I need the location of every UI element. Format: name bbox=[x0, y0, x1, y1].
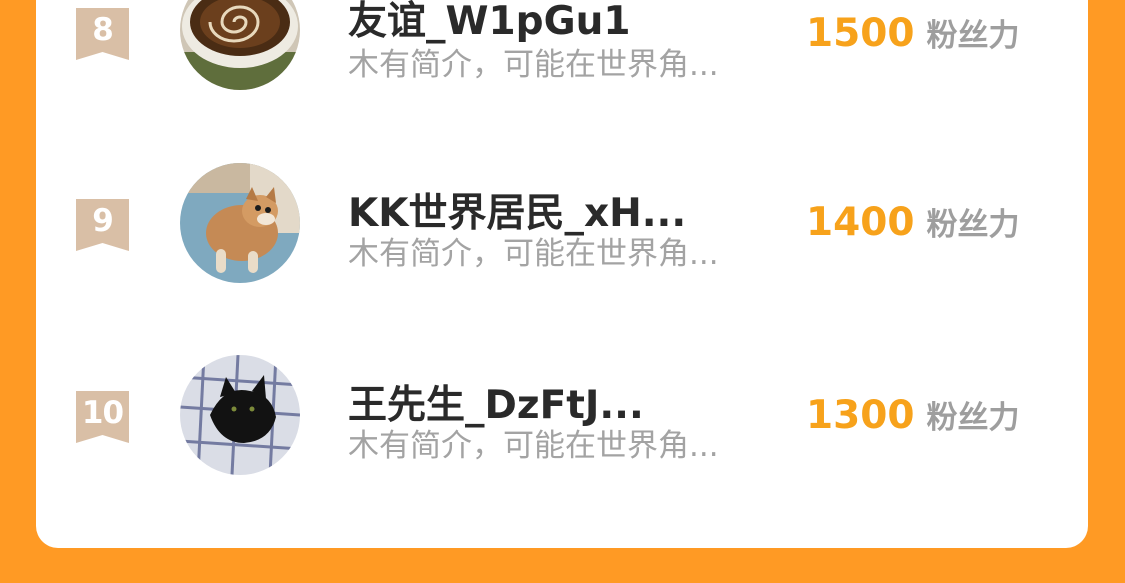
score-unit: 粉丝力 bbox=[926, 400, 1020, 436]
page-background-strip bbox=[0, 570, 1125, 583]
ranking-card: 8 友谊_W1pGu1 木有简介，可能在世界角... 1500 粉丝力 9 KK… bbox=[36, 0, 1088, 548]
rank-number: 8 bbox=[92, 12, 114, 48]
black-cat-avatar[interactable] bbox=[180, 355, 300, 475]
rank-number: 10 bbox=[81, 395, 124, 431]
score-unit: 粉丝力 bbox=[926, 207, 1020, 243]
fan-power-score: 1500 粉丝力 bbox=[806, 10, 1066, 56]
score-value: 1400 bbox=[806, 200, 915, 245]
user-bio: 木有简介，可能在世界角... bbox=[348, 47, 719, 83]
rank-badge: 8 bbox=[76, 8, 129, 60]
fan-power-score: 1400 粉丝力 bbox=[806, 199, 1066, 245]
puppy-avatar[interactable] bbox=[180, 163, 300, 283]
coffee-cup-avatar[interactable] bbox=[180, 0, 300, 90]
rank-badge: 10 bbox=[76, 391, 129, 443]
ranking-row[interactable]: 9 KK世界居民_xH... 木有简介，可能在世界角... 1400 粉丝力 bbox=[36, 155, 1088, 285]
fan-power-score: 1300 粉丝力 bbox=[806, 392, 1066, 438]
rank-badge: 9 bbox=[76, 199, 129, 251]
score-value: 1500 bbox=[806, 11, 915, 56]
ranking-row[interactable]: 8 友谊_W1pGu1 木有简介，可能在世界角... 1500 粉丝力 bbox=[36, 0, 1088, 90]
score-unit: 粉丝力 bbox=[926, 18, 1020, 54]
ranking-row[interactable]: 10 王先生_DzFtJ... 木有简介，可能在世界角... 1300 粉丝力 bbox=[36, 347, 1088, 477]
score-value: 1300 bbox=[806, 393, 915, 438]
user-bio: 木有简介，可能在世界角... bbox=[348, 428, 719, 464]
rank-number: 9 bbox=[92, 203, 114, 239]
user-bio: 木有简介，可能在世界角... bbox=[348, 236, 719, 272]
